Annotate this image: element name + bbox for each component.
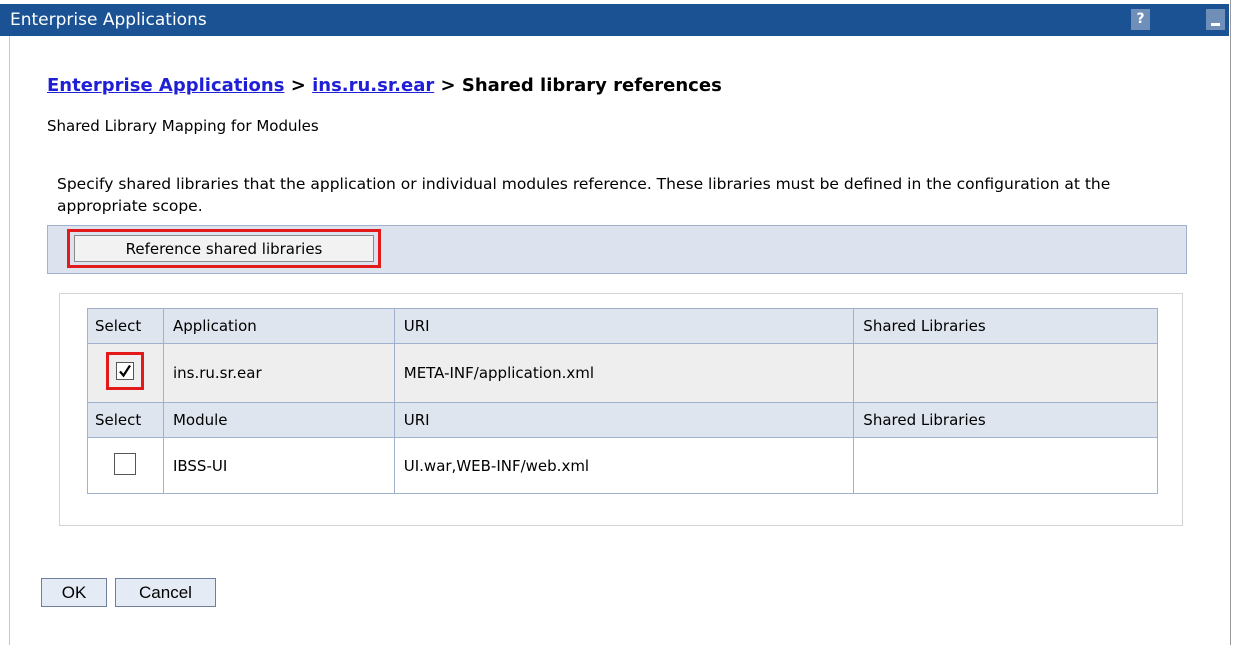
column-header-select: Select [87, 308, 164, 344]
window-title: Enterprise Applications [10, 10, 207, 30]
page-subtitle: Shared Library Mapping for Modules [47, 117, 319, 135]
cancel-button[interactable]: Cancel [115, 578, 216, 607]
breadcrumb-link-enterprise-applications[interactable]: Enterprise Applications [47, 75, 284, 96]
minimize-icon[interactable] [1206, 9, 1225, 30]
ok-button[interactable]: OK [41, 578, 107, 607]
module-name: IBSS-UI [162, 437, 395, 494]
breadcrumb-current: Shared library references [461, 75, 722, 96]
table-header-row: Select Module URI Shared Libraries [87, 402, 1158, 438]
column-header-uri: URI [393, 402, 855, 438]
application-select-checkbox[interactable] [116, 362, 135, 380]
select-cell [87, 343, 164, 403]
reference-shared-libraries-button[interactable]: Reference shared libraries [74, 235, 374, 262]
column-header-module: Module [162, 402, 395, 438]
highlight-frame: Reference shared libraries [67, 229, 381, 268]
breadcrumb-separator: > [434, 75, 462, 96]
table-row: ins.ru.sr.ear META-INF/application.xml [87, 343, 1158, 403]
module-shared-libraries [853, 437, 1158, 494]
window-titlebar: Enterprise Applications ? [0, 4, 1229, 36]
checkmark-icon [119, 364, 132, 378]
column-header-shared-libraries: Shared Libraries [853, 308, 1158, 344]
table-header-row: Select Application URI Shared Libraries [87, 308, 1158, 344]
shared-library-table: Select Application URI Shared Libraries … [87, 308, 1158, 494]
column-header-shared-libraries: Shared Libraries [853, 402, 1158, 438]
breadcrumb-separator: > [284, 75, 313, 96]
table-toolbar: Reference shared libraries [47, 225, 1187, 274]
breadcrumb: Enterprise Applications > ins.ru.sr.ear … [47, 75, 722, 96]
breadcrumb-link-application[interactable]: ins.ru.sr.ear [312, 75, 434, 96]
application-shared-libraries [853, 343, 1158, 403]
content-left-border [9, 36, 10, 645]
module-select-checkbox[interactable] [114, 452, 137, 475]
page-description: Specify shared libraries that the applic… [57, 175, 1111, 215]
module-uri: UI.war,WEB-INF/web.xml [393, 437, 855, 494]
table-row: IBSS-UI UI.war,WEB-INF/web.xml [87, 437, 1158, 494]
window-border [1230, 0, 1231, 645]
select-cell [87, 437, 164, 494]
column-header-uri: URI [393, 308, 855, 344]
application-name: ins.ru.sr.ear [162, 343, 395, 403]
application-uri: META-INF/application.xml [393, 343, 855, 403]
column-header-application: Application [162, 308, 395, 344]
help-icon[interactable]: ? [1131, 9, 1150, 30]
highlight-frame [106, 352, 145, 390]
column-header-select: Select [87, 402, 164, 438]
